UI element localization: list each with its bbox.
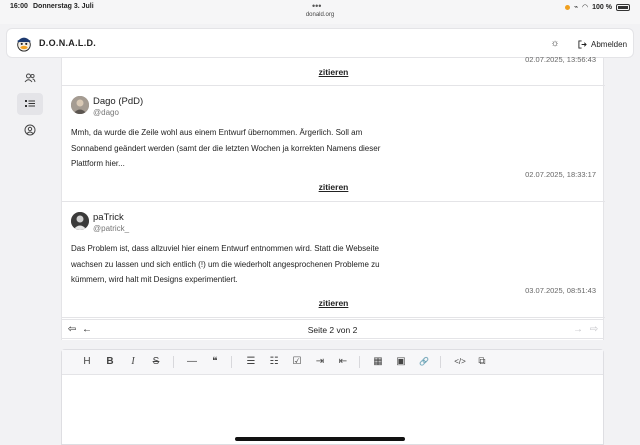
brand-name[interactable]: D.O.N.A.L.D. [39,38,96,48]
image-button[interactable]: ▣ [394,355,408,369]
battery-label: 100 % [592,3,612,11]
hr-button[interactable]: — [185,355,199,369]
outdent-button[interactable]: ⇤ [336,355,350,369]
logout-label: Abmelden [591,39,628,49]
logout-icon [578,39,587,49]
code-block-button[interactable]: ⧉ [475,355,489,369]
toolbar-separator [440,356,441,368]
post-body: Mmh, da wurde die Zeile wohl aus einem E… [71,125,431,172]
status-right: ⌁ ◠ 100 % [564,3,630,11]
bullet-list-button[interactable]: ☰ [244,355,258,369]
avatar[interactable] [71,212,89,230]
post-body: Das Problem ist, dass allzuviel hier ein… [71,241,431,288]
battery-icon [616,3,630,11]
post-editor: H B I S — ❝ ☰ ☷ ☑ ⇥ ⇤ ▦ ▣ 🔗 </> ⧉ [61,349,604,445]
avatar-image-icon [71,212,89,230]
avatar-image-icon [71,96,89,114]
quote-button[interactable]: ❝ [208,355,222,369]
heading-button[interactable]: H [80,355,94,369]
location-indicator-icon [564,4,570,10]
users-icon [24,73,36,83]
post-timestamp: 03.07.2025, 08:51:43 [525,286,596,295]
home-indicator[interactable] [235,437,405,441]
indent-button[interactable]: ⇥ [313,355,327,369]
page-info: Seite 2 von 2 [307,325,358,335]
post-author[interactable]: paTrick [93,212,124,223]
sidebar-item-threads[interactable] [17,93,43,115]
cite-link[interactable]: zitieren [62,67,605,77]
toolbar-separator [173,356,174,368]
sidebar-item-users[interactable] [17,67,43,89]
code-button[interactable]: </> [450,355,470,369]
ordered-list-button[interactable]: ☷ [267,355,281,369]
wifi-icon: ◠ [582,4,589,11]
signal-icon: ⌁ [573,4,579,11]
donald-logo-icon[interactable] [15,34,33,52]
logout-button[interactable]: Abmelden [578,37,627,51]
address-url[interactable]: donald.org [0,12,640,18]
ios-status-bar: 16:00 Donnerstag 3. Juli ••• donald.org … [0,0,640,24]
post-line: kümmern, wird halt mit Designs experimen… [71,275,238,284]
list-icon [25,100,35,107]
last-page-icon[interactable]: ⇨ [588,324,600,336]
post-line: Mmh, da wurde die Zeile wohl aus einem E… [71,128,363,137]
multitask-dots[interactable]: ••• [312,1,321,11]
sidebar-item-profile[interactable] [17,119,43,141]
thread-panel: 02.07.2025, 13:56:43 zitieren Dago (PdD)… [61,55,605,340]
italic-button[interactable]: I [126,355,140,369]
sidebar [6,62,54,445]
post-item: Dago (PdD) @dago Mmh, da wurde die Zeile… [62,86,605,202]
cite-link[interactable]: zitieren [62,298,605,308]
post-line: Sonnabend geändert werden (samt der die … [71,143,381,153]
post-timestamp: 02.07.2025, 18:33:17 [525,170,596,179]
status-date: Donnerstag 3. Juli [33,3,94,10]
strike-button[interactable]: S [149,355,163,369]
post-handle[interactable]: @patrick_ [93,224,129,233]
post-handle[interactable]: @dago [93,108,119,117]
post-line: Das Problem ist, dass allzuviel hier ein… [71,244,379,253]
post-timestamp: 02.07.2025, 13:56:43 [525,55,596,64]
post-line: Plattform hier... [71,159,125,168]
post-item: paTrick @patrick_ Das Problem ist, dass … [62,202,605,318]
table-button[interactable]: ▦ [371,355,385,369]
editor-toolbar: H B I S — ❝ ☰ ☷ ☑ ⇥ ⇤ ▦ ▣ 🔗 </> ⧉ [62,350,603,375]
app-header: D.O.N.A.L.D. ☼ Abmelden [6,28,634,58]
post-partial: 02.07.2025, 13:56:43 zitieren [62,55,605,86]
post-line: wachsen zu lassen und sich entlich (!) u… [71,259,380,269]
bold-button[interactable]: B [103,355,117,369]
toolbar-separator [231,356,232,368]
avatar[interactable] [71,96,89,114]
toolbar-separator [359,356,360,368]
task-list-button[interactable]: ☑ [290,355,304,369]
user-circle-icon [24,124,36,136]
cite-link[interactable]: zitieren [62,182,605,192]
editor-content-area[interactable] [62,376,603,445]
link-button[interactable]: 🔗 [417,355,431,369]
post-author[interactable]: Dago (PdD) [93,96,143,107]
sun-icon[interactable]: ☼ [548,37,562,51]
pagination: ⇦ ← Seite 2 von 2 → ⇨ [61,319,604,339]
status-time: 16:00 [10,3,28,10]
next-page-icon[interactable]: → [572,324,584,336]
